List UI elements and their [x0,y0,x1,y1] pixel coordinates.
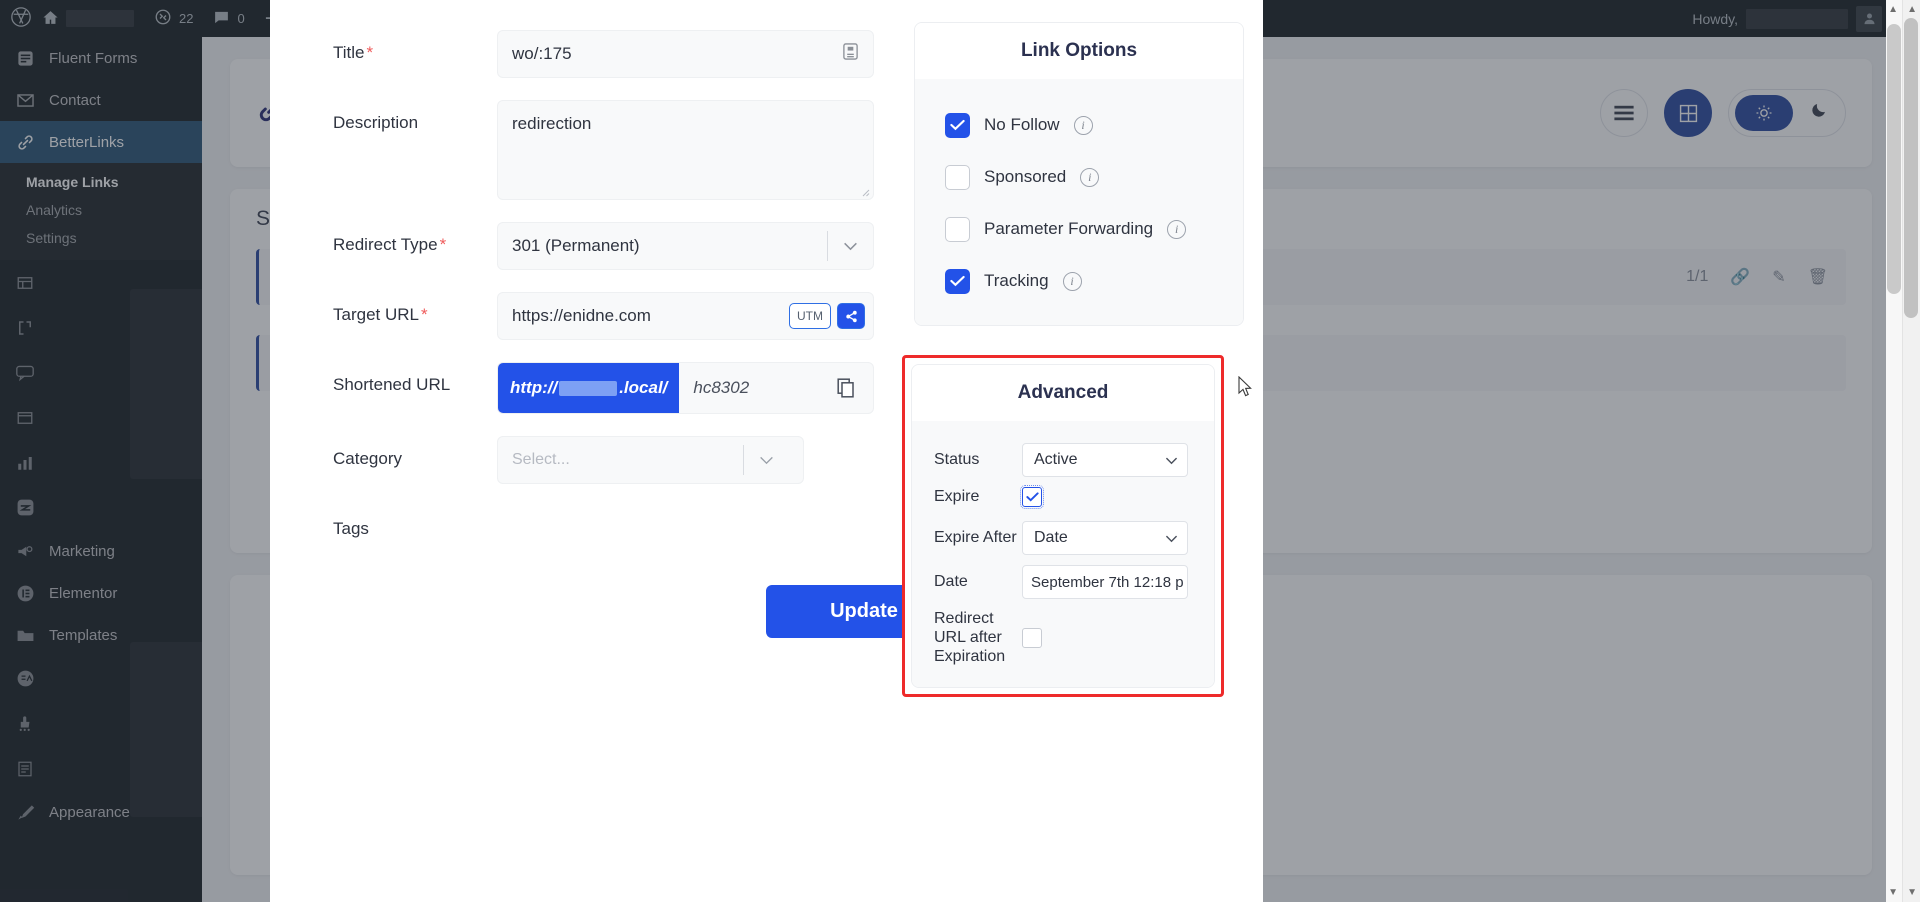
info-icon[interactable]: i [1167,220,1186,239]
field-label: Title* [270,30,497,63]
scroll-up-arrow-inner[interactable]: ▲ [1888,4,1898,15]
scroll-down-arrow-inner[interactable]: ▼ [1888,887,1898,898]
scroll-down-arrow[interactable]: ▼ [1907,887,1917,898]
scroll-up-arrow[interactable]: ▲ [1907,4,1917,15]
link-options-title: Link Options [915,23,1243,79]
advanced-expire-after-row: Expire After Date [912,521,1214,555]
option-label: Sponsored [984,167,1066,187]
option-label: Tracking [984,271,1049,291]
scroll-thumb[interactable] [1904,18,1918,318]
clipboard-icon[interactable] [842,42,859,66]
target-url-value: https://enidne.com [512,306,651,326]
mouse-cursor [1238,376,1253,403]
description-value: redirection [512,114,591,134]
target-url-label: Target URL [333,305,419,324]
chevron-down-icon[interactable] [828,238,873,255]
option-tracking[interactable]: Tracking i [915,255,1243,307]
chevron-down-icon[interactable] [744,452,789,469]
prefix-tld: .local/ [619,378,667,398]
option-no-follow[interactable]: No Follow i [915,99,1243,151]
scroll-thumb-inner[interactable] [1887,24,1901,294]
option-label: Parameter Forwarding [984,219,1153,239]
shortened-url-slug-input[interactable]: hc8302 [679,363,819,413]
info-icon[interactable]: i [1063,272,1082,291]
category-select[interactable]: Select... [497,436,804,484]
prefix-scheme: http:// [510,378,557,398]
expire-label: Expire [934,487,1022,506]
expire-after-select[interactable]: Date [1022,521,1188,555]
advanced-title: Advanced [912,365,1214,421]
edit-link-modal: Title* wo/:175 Description redirection [270,0,1263,902]
advanced-date-row: Date September 7th 12:18 p [912,565,1214,599]
redirect-after-label: Redirect URL after Expiration [934,609,1022,667]
redirect-type-select[interactable]: 301 (Permanent) [497,222,874,270]
advanced-body: Status Active Expire [912,421,1214,687]
option-label: No Follow [984,115,1060,135]
share-icon[interactable] [837,303,865,329]
expire-after-value: Date [1034,529,1068,547]
parameter-forwarding-checkbox[interactable] [945,217,970,242]
shortened-url-prefix: http:// .local/ [498,363,679,413]
field-label: Target URL* [270,292,497,325]
shortened-url-group: http:// .local/ hc8302 [497,362,874,414]
domain-redacted [559,381,617,396]
advanced-status-row: Status Active [912,443,1214,477]
screen: 22 0 + Howdy, [0,0,1920,902]
no-follow-checkbox[interactable] [945,113,970,138]
shortened-url-label: Shortened URL [270,362,497,395]
browser-scrollbar[interactable]: ▲ ▼ [1902,0,1920,902]
expire-after-label: Expire After [934,528,1022,547]
chevron-down-icon[interactable] [1165,531,1178,546]
advanced-redirect-after-row: Redirect URL after Expiration [912,609,1214,667]
field-label: Redirect Type* [270,222,497,255]
advanced-expire-row: Expire [912,487,1214,507]
title-value: wo/:175 [512,44,572,64]
info-icon[interactable]: i [1074,116,1093,135]
option-sponsored[interactable]: Sponsored i [915,151,1243,203]
advanced-card-highlight: Advanced Status Active Expire [902,355,1224,697]
required-marker: * [421,305,428,324]
option-parameter-forwarding[interactable]: Parameter Forwarding i [915,203,1243,255]
sponsored-checkbox[interactable] [945,165,970,190]
title-label: Title [333,43,365,62]
info-icon[interactable]: i [1080,168,1099,187]
description-label: Description [270,100,497,133]
redirect-type-value: 301 (Permanent) [512,236,640,256]
status-select[interactable]: Active [1022,443,1188,477]
description-textarea[interactable]: redirection [497,100,874,200]
required-marker: * [367,43,374,62]
category-label: Category [270,436,497,469]
tags-label: Tags [270,506,497,539]
category-placeholder: Select... [512,451,743,469]
utm-button[interactable]: UTM [789,303,831,329]
required-marker: * [440,235,447,254]
title-input[interactable]: wo/:175 [497,30,874,78]
side-column: Link Options No Follow i Sponsored i [914,22,1244,326]
resize-handle-icon[interactable] [860,187,870,197]
page-scrollbar-inner[interactable]: ▲ ▼ [1886,0,1902,902]
redirect-after-checkbox[interactable] [1022,628,1042,648]
status-label: Status [934,450,1022,469]
tracking-checkbox[interactable] [945,269,970,294]
date-input[interactable]: September 7th 12:18 p [1022,565,1188,599]
target-url-input[interactable]: https://enidne.com UTM [497,292,874,340]
chevron-down-icon[interactable] [1165,453,1178,468]
copy-icon[interactable] [819,363,873,413]
expire-checkbox[interactable] [1022,487,1042,507]
date-label: Date [934,572,1022,591]
redirect-type-label: Redirect Type [333,235,438,254]
status-value: Active [1034,451,1078,469]
advanced-card: Advanced Status Active Expire [911,364,1215,688]
link-options-body: No Follow i Sponsored i Parameter Forwar… [915,79,1243,325]
link-options-card: Link Options No Follow i Sponsored i [914,22,1244,326]
